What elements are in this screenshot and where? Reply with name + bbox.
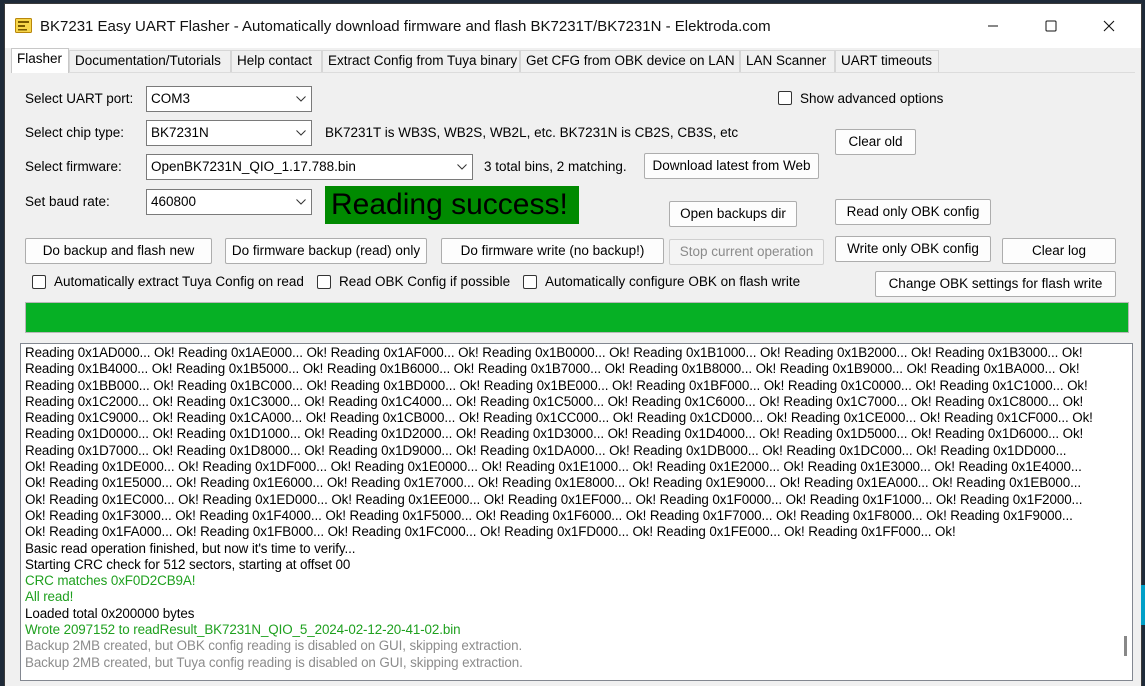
- port-select[interactable]: COM3: [146, 86, 312, 112]
- stop-operation-button[interactable]: Stop current operation: [669, 239, 824, 265]
- auto-configure-label: Automatically configure OBK on flash wri…: [545, 274, 801, 289]
- maximize-button[interactable]: [1022, 4, 1080, 48]
- background-edge: [1141, 585, 1145, 625]
- clear-old-button[interactable]: Clear old: [835, 129, 916, 155]
- log-scrollbar[interactable]: [1120, 344, 1132, 680]
- log-line: Ok! Reading 0x1DE000... Ok! Reading 0x1D…: [25, 459, 1082, 475]
- log-output[interactable]: Reading 0x1AD000... Ok! Reading 0x1AE000…: [20, 343, 1133, 681]
- log-line: Reading 0x1B4000... Ok! Reading 0x1B5000…: [25, 361, 1080, 377]
- extract-tuya-label: Automatically extract Tuya Config on rea…: [54, 274, 304, 289]
- log-line: Ok! Reading 0x1EC000... Ok! Reading 0x1E…: [25, 491, 1083, 507]
- progress-bar: [25, 302, 1129, 333]
- tab-uart-timeouts[interactable]: UART timeouts: [835, 50, 939, 72]
- minimize-button[interactable]: [964, 4, 1022, 48]
- read-obk-config-button[interactable]: Read only OBK config: [835, 199, 991, 225]
- close-icon: [1103, 20, 1115, 32]
- app-icon: [15, 18, 32, 33]
- firmware-select[interactable]: OpenBK7231N_QIO_1.17.788.bin: [146, 154, 473, 180]
- port-value: COM3: [151, 91, 191, 106]
- log-line: Reading 0x1AD000... Ok! Reading 0x1AE000…: [25, 345, 1083, 360]
- chevron-down-icon: [296, 96, 306, 102]
- auto-configure-checkbox[interactable]: [523, 275, 537, 289]
- tab-documentation[interactable]: Documentation/Tutorials: [69, 50, 231, 72]
- log-line: Backup 2MB created, but Tuya config read…: [25, 654, 523, 670]
- log-line: CRC matches 0xF0D2CB9A!: [25, 573, 196, 589]
- tab-lan-scanner[interactable]: LAN Scanner: [740, 50, 835, 72]
- chevron-down-icon: [296, 199, 306, 205]
- window-title: BK7231 Easy UART Flasher - Automatically…: [40, 18, 771, 35]
- tab-get-cfg[interactable]: Get CFG from OBK device on LAN: [520, 50, 740, 72]
- scrollbar-thumb[interactable]: [1124, 636, 1127, 656]
- log-line: Backup 2MB created, but OBK config readi…: [25, 638, 523, 654]
- baud-select[interactable]: 460800: [146, 189, 312, 215]
- bins-info: 3 total bins, 2 matching.: [484, 159, 627, 174]
- flasher-panel: Select UART port: COM3 Show advanced opt…: [11, 72, 1135, 685]
- title-bar: BK7231 Easy UART Flasher - Automatically…: [5, 4, 1141, 48]
- log-line: Starting CRC check for 512 sectors, star…: [25, 556, 351, 572]
- log-line: All read!: [25, 589, 74, 605]
- read-obk-label: Read OBK Config if possible: [339, 274, 511, 289]
- log-line: Basic read operation finished, but now i…: [25, 540, 356, 556]
- log-line: Reading 0x1C9000... Ok! Reading 0x1CA000…: [25, 410, 1093, 426]
- log-line: Reading 0x1D0000... Ok! Reading 0x1D1000…: [25, 426, 1084, 442]
- firmware-backup-button[interactable]: Do firmware backup (read) only: [225, 238, 427, 264]
- firmware-label: Select firmware:: [25, 159, 122, 174]
- port-label: Select UART port:: [25, 91, 134, 106]
- log-line: Ok! Reading 0x1FA000... Ok! Reading 0x1F…: [25, 524, 956, 540]
- tab-flasher[interactable]: Flasher: [11, 48, 69, 73]
- chip-note: BK7231T is WB3S, WB2S, WB2L, etc. BK7231…: [325, 125, 739, 140]
- extract-tuya-checkbox[interactable]: [32, 275, 46, 289]
- progress-fill: [26, 303, 1128, 332]
- read-obk-checkbox[interactable]: [317, 275, 331, 289]
- log-line: Reading 0x1D7000... Ok! Reading 0x1D8000…: [25, 442, 1067, 458]
- baud-value: 460800: [151, 194, 197, 209]
- status-banner: Reading success!: [325, 186, 579, 224]
- log-line: Ok! Reading 0x1F3000... Ok! Reading 0x1F…: [25, 507, 1073, 523]
- log-line: Reading 0x1BB000... Ok! Reading 0x1BC000…: [25, 377, 1088, 393]
- chip-select[interactable]: BK7231N: [146, 120, 312, 146]
- chevron-down-icon: [296, 130, 306, 136]
- minimize-icon: [988, 25, 998, 27]
- firmware-value: OpenBK7231N_QIO_1.17.788.bin: [151, 159, 356, 174]
- advanced-checkbox[interactable]: [778, 91, 792, 105]
- log-line: Ok! Reading 0x1E5000... Ok! Reading 0x1E…: [25, 475, 1081, 491]
- log-line: Loaded total 0x200000 bytes: [25, 605, 195, 621]
- write-obk-config-button[interactable]: Write only OBK config: [835, 236, 991, 262]
- tab-extract-config[interactable]: Extract Config from Tuya binary: [322, 50, 520, 72]
- advanced-label: Show advanced options: [800, 91, 944, 106]
- download-latest-button[interactable]: Download latest from Web: [644, 153, 819, 179]
- log-line: Reading 0x1C2000... Ok! Reading 0x1C3000…: [25, 393, 1084, 409]
- app-window: BK7231 Easy UART Flasher - Automatically…: [5, 4, 1141, 686]
- close-button[interactable]: [1080, 4, 1138, 48]
- log-line: Wrote 2097152 to readResult_BK7231N_QIO_…: [25, 622, 461, 638]
- tab-help-contact[interactable]: Help contact: [231, 50, 322, 72]
- log-lines: Reading 0x1AD000... Ok! Reading 0x1AE000…: [25, 345, 1115, 671]
- chip-value: BK7231N: [151, 125, 209, 140]
- chip-label: Select chip type:: [25, 125, 125, 140]
- baud-label: Set baud rate:: [25, 194, 110, 209]
- change-obk-settings-button[interactable]: Change OBK settings for flash write: [875, 271, 1116, 297]
- open-backups-button[interactable]: Open backups dir: [669, 201, 797, 227]
- clear-log-button[interactable]: Clear log: [1002, 238, 1116, 264]
- maximize-icon: [1045, 20, 1057, 32]
- chevron-down-icon: [457, 164, 467, 170]
- firmware-write-button[interactable]: Do firmware write (no backup!): [441, 238, 664, 264]
- backup-flash-button[interactable]: Do backup and flash new: [25, 238, 212, 264]
